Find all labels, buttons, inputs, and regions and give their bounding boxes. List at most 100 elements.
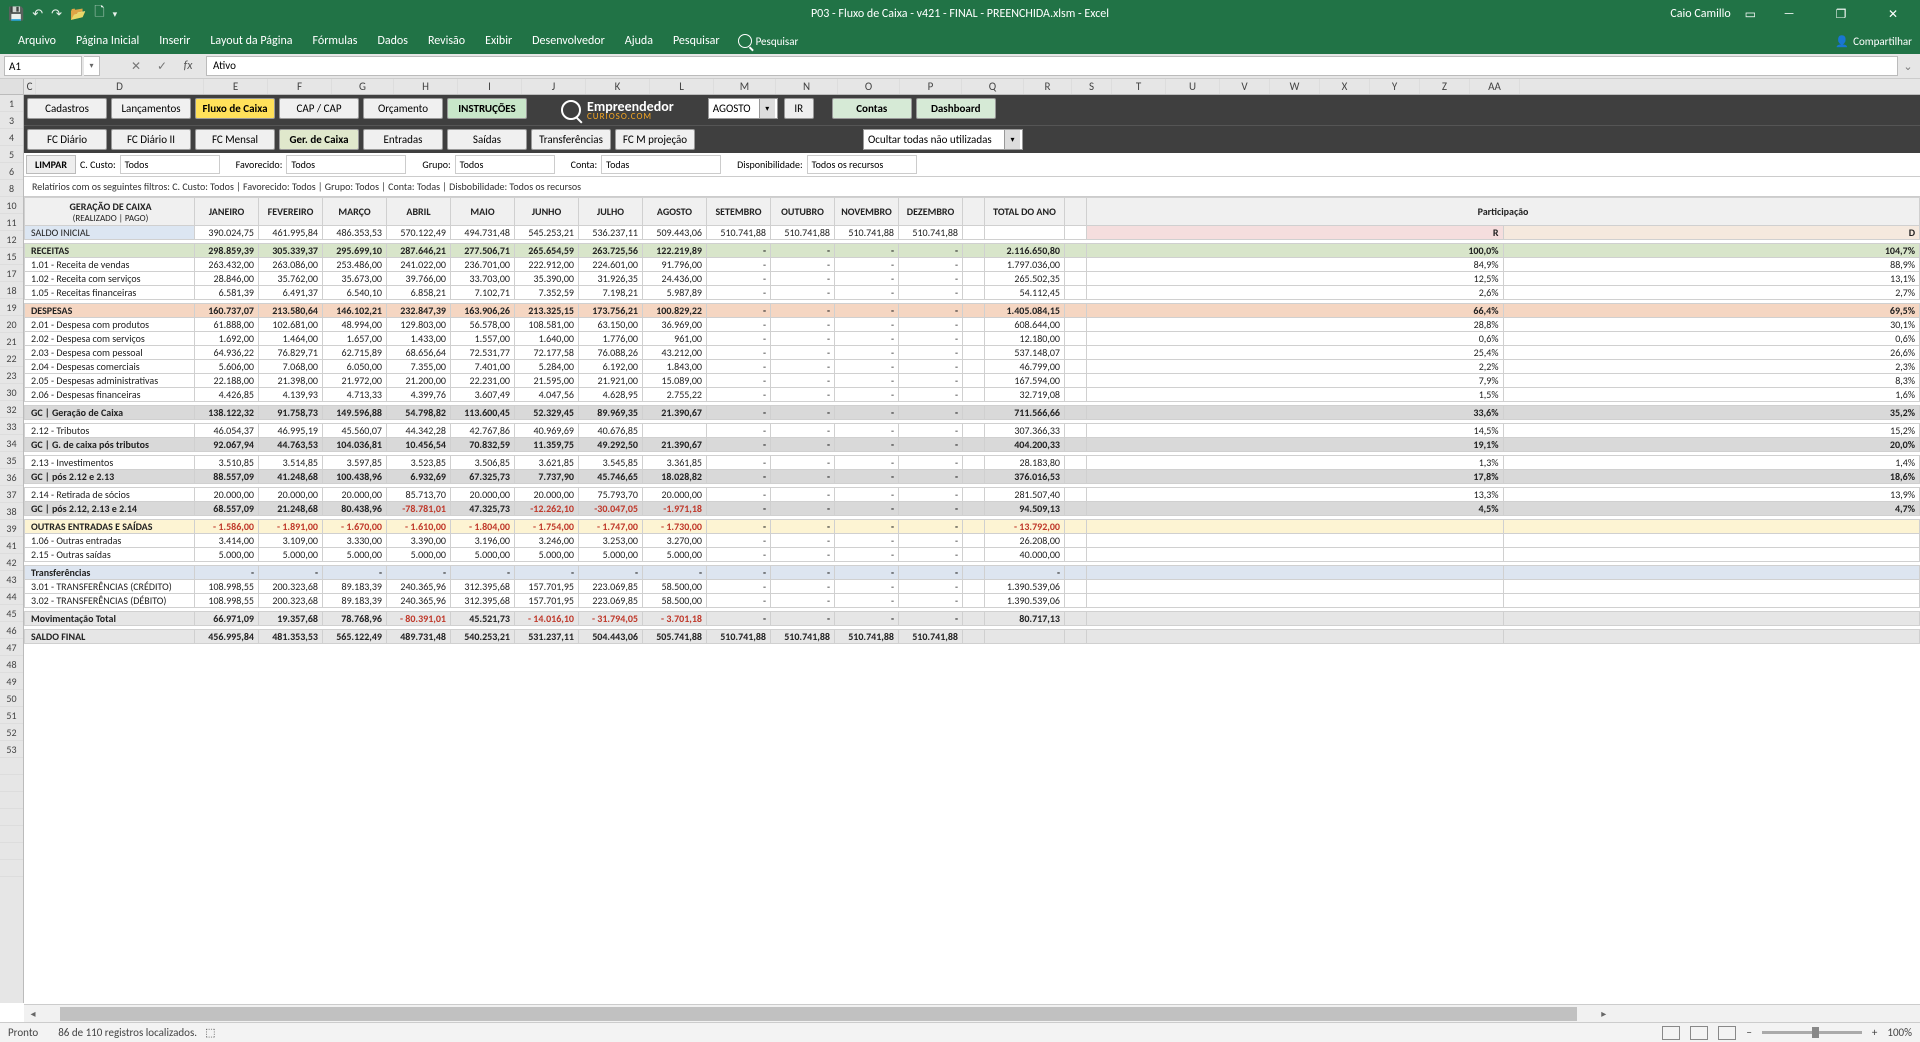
formula-input[interactable]: Ativo [206, 56, 1898, 76]
name-box-dropdown[interactable]: ▾ [84, 56, 100, 76]
btn-fc-projecao[interactable]: FC M projeção [615, 129, 695, 150]
favorecido-select[interactable]: Todos [286, 155, 406, 174]
row-hdr[interactable]: 30 [0, 384, 23, 401]
col-J[interactable]: J [522, 79, 586, 94]
scroll-thumb[interactable] [60, 1007, 1577, 1021]
col-P[interactable]: P [900, 79, 962, 94]
col-E[interactable]: E [204, 79, 268, 94]
tab-pesquisar[interactable]: Pesquisar [663, 30, 730, 52]
ribbon-mode-icon[interactable]: ▭ [1745, 7, 1756, 22]
row-hdr[interactable]: 38 [0, 503, 23, 520]
col-W[interactable]: W [1270, 79, 1320, 94]
scroll-right-icon[interactable]: ▸ [1595, 1007, 1613, 1020]
col-Z[interactable]: Z [1420, 79, 1470, 94]
row-hdr[interactable]: 46 [0, 622, 23, 639]
row-hdr[interactable] [0, 843, 23, 860]
row-hdr[interactable]: 22 [0, 350, 23, 367]
close-button[interactable]: ✕ [1874, 7, 1912, 22]
row-hdr[interactable]: 15 [0, 248, 23, 265]
row-hdr[interactable]: 42 [0, 554, 23, 571]
formula-expand-icon[interactable]: ⌄ [1900, 60, 1916, 73]
btn-cap-cap[interactable]: CAP / CAP [279, 98, 359, 119]
row-hdr[interactable]: 47 [0, 639, 23, 656]
row-hdr[interactable] [0, 792, 23, 809]
zoom-level[interactable]: 100% [1887, 1026, 1912, 1039]
tab-dados[interactable]: Dados [367, 30, 417, 52]
row-hdr[interactable]: 10 [0, 197, 23, 214]
btn-transferencias[interactable]: Transferências [531, 129, 611, 150]
col-R[interactable]: R [1024, 79, 1072, 94]
btn-dashboard[interactable]: Dashboard [916, 98, 996, 119]
row-hdr[interactable]: 37 [0, 486, 23, 503]
row-hdr[interactable]: 3 [0, 112, 23, 129]
new-icon[interactable]: 🗋 [94, 3, 104, 25]
month-select[interactable]: AGOSTO▾ [708, 98, 778, 119]
col-D[interactable]: D [36, 79, 204, 94]
tab-exibir[interactable]: Exibir [475, 30, 522, 52]
btn-entradas[interactable]: Entradas [363, 129, 443, 150]
btn-ger-caixa[interactable]: Ger. de Caixa [279, 129, 359, 150]
row-hdr[interactable]: 20 [0, 316, 23, 333]
tab-pagina-inicial[interactable]: Página Inicial [66, 30, 149, 52]
col-S[interactable]: S [1072, 79, 1112, 94]
row-hdr[interactable]: 18 [0, 282, 23, 299]
redo-icon[interactable]: ↷ [51, 7, 62, 22]
row-hdr[interactable]: 51 [0, 707, 23, 724]
restore-button[interactable]: ❐ [1822, 7, 1860, 22]
col-I[interactable]: I [458, 79, 522, 94]
col-L[interactable]: L [650, 79, 714, 94]
col-T[interactable]: T [1112, 79, 1166, 94]
row-hdr[interactable]: 33 [0, 418, 23, 435]
row-hdr[interactable]: 52 [0, 724, 23, 741]
qat-more-icon[interactable]: ▾ [113, 9, 118, 20]
ccusto-select[interactable]: Todos [120, 155, 220, 174]
col-X[interactable]: X [1320, 79, 1370, 94]
undo-icon[interactable]: ↶ [32, 7, 43, 22]
col-F[interactable]: F [268, 79, 332, 94]
row-hdr[interactable]: 43 [0, 571, 23, 588]
col-Y[interactable]: Y [1370, 79, 1420, 94]
row-hdr[interactable]: 45 [0, 605, 23, 622]
row-hdr[interactable]: 49 [0, 673, 23, 690]
row-hdr[interactable]: 35 [0, 452, 23, 469]
row-headers[interactable]: 1345681011121517181920212223303233343536… [0, 95, 24, 1003]
btn-cadastros[interactable]: Cadastros [27, 98, 107, 119]
tell-me[interactable]: Pesquisar [756, 35, 799, 48]
col-Q[interactable]: Q [962, 79, 1024, 94]
grupo-select[interactable]: Todos [455, 155, 555, 174]
tab-desenvolvedor[interactable]: Desenvolvedor [522, 30, 615, 52]
btn-orcamento[interactable]: Orçamento [363, 98, 443, 119]
name-box[interactable]: A1 [4, 56, 82, 76]
col-G[interactable]: G [332, 79, 394, 94]
tab-inserir[interactable]: Inserir [149, 30, 200, 52]
row-hdr[interactable]: 36 [0, 469, 23, 486]
col-M[interactable]: M [714, 79, 776, 94]
disp-select[interactable]: Todos os recursos [807, 155, 917, 174]
tab-formulas[interactable]: Fórmulas [303, 30, 368, 52]
row-hdr[interactable]: 32 [0, 401, 23, 418]
row-hdr[interactable] [0, 860, 23, 877]
ocultar-select[interactable]: Ocultar todas não utilizadas▾ [863, 129, 1023, 150]
col-AA[interactable]: AA [1470, 79, 1520, 94]
row-hdr[interactable]: 6 [0, 163, 23, 180]
col-H[interactable]: H [394, 79, 458, 94]
view-layout-icon[interactable] [1690, 1026, 1708, 1040]
btn-limpar[interactable]: LIMPAR [26, 155, 76, 174]
btn-saidas[interactable]: Saídas [447, 129, 527, 150]
row-hdr[interactable]: 23 [0, 367, 23, 384]
row-hdr[interactable] [0, 775, 23, 792]
minimize-button[interactable]: — [1770, 7, 1808, 21]
row-hdr[interactable]: 48 [0, 656, 23, 673]
tab-layout[interactable]: Layout da Página [200, 30, 302, 52]
row-hdr[interactable]: 17 [0, 265, 23, 282]
column-headers[interactable]: CDEFGHIJKLMNOPQRSTUVWXYZAA [0, 79, 1920, 95]
col-U[interactable]: U [1166, 79, 1220, 94]
scroll-left-icon[interactable]: ◂ [24, 1007, 42, 1020]
view-break-icon[interactable] [1718, 1026, 1736, 1040]
row-hdr[interactable] [0, 809, 23, 826]
btn-fc-diario[interactable]: FC Diário [27, 129, 107, 150]
row-hdr[interactable]: 39 [0, 520, 23, 537]
row-hdr[interactable]: 44 [0, 588, 23, 605]
zoom-slider[interactable] [1762, 1031, 1862, 1034]
tab-arquivo[interactable]: Arquivo [8, 30, 66, 52]
